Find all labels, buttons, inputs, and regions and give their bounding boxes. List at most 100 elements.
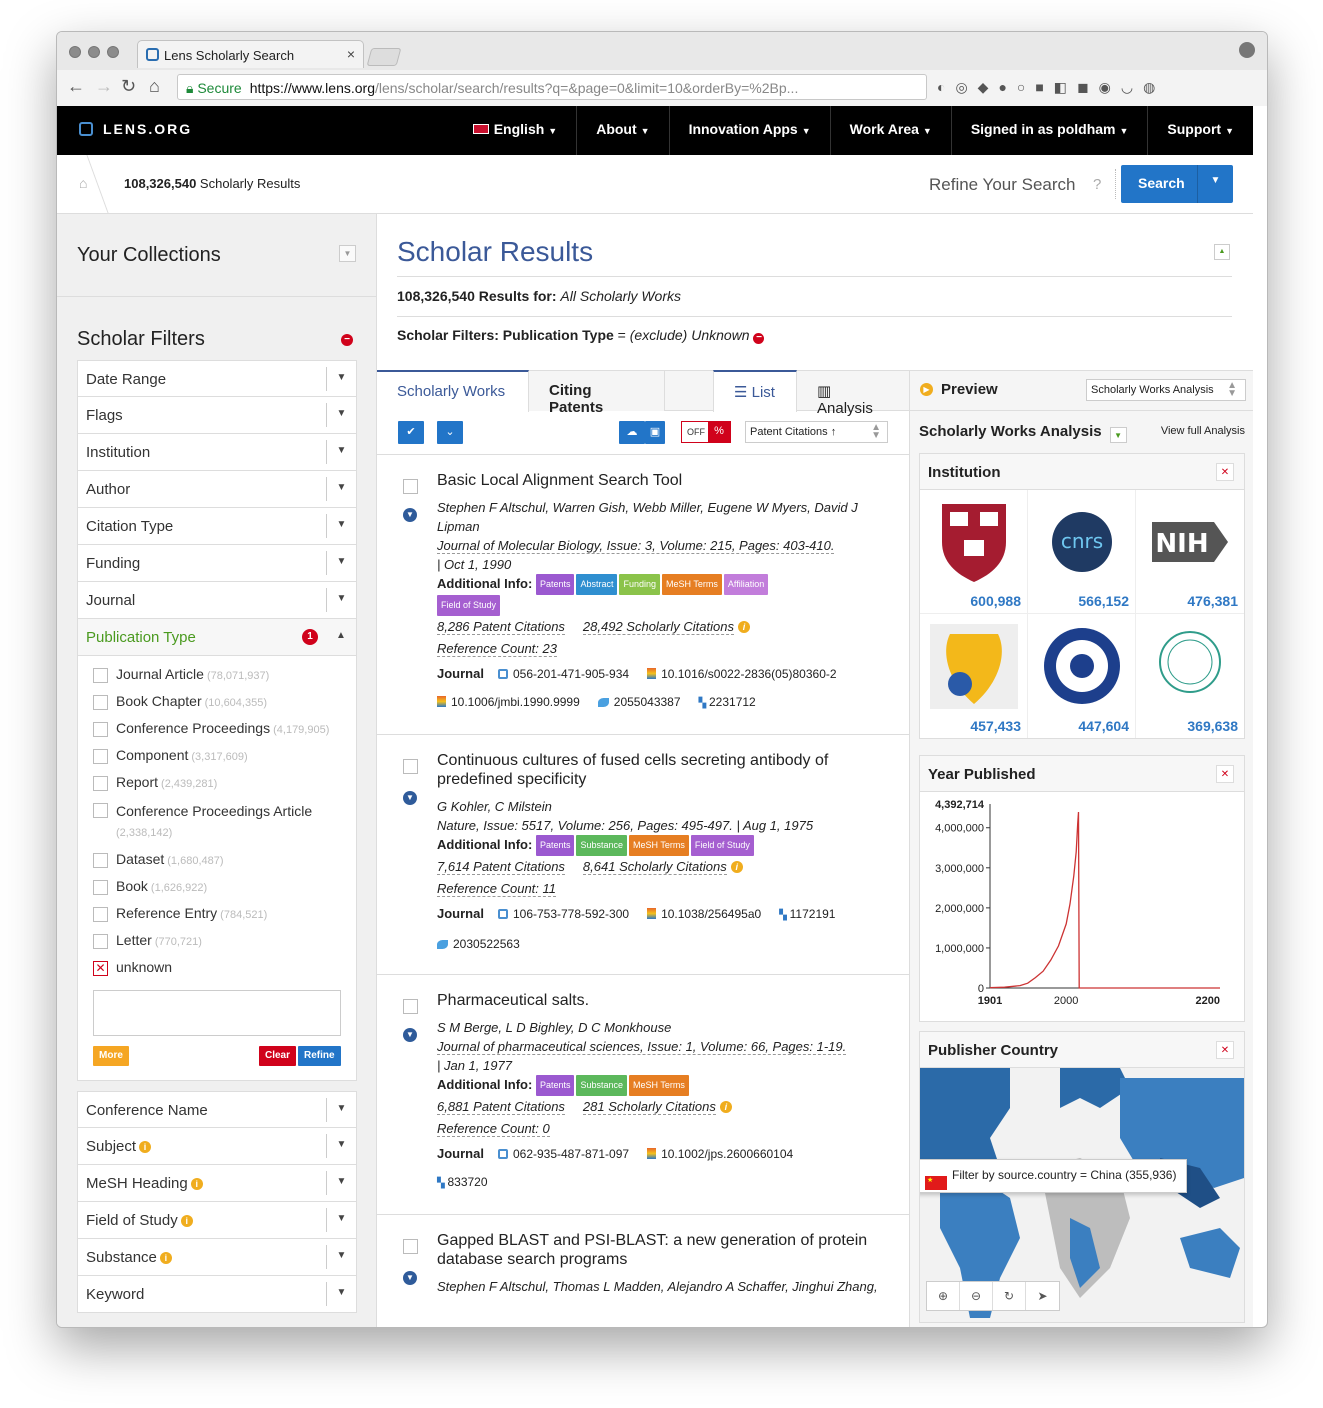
menu-account[interactable]: Signed in as poldham ▼	[950, 106, 1148, 155]
pill-substance[interactable]: Substance	[576, 835, 627, 856]
cloud-download-icon[interactable]: ☁	[619, 421, 645, 444]
filter-field-of-study[interactable]: Field of Study i ▼	[77, 1202, 357, 1239]
zoom-in-icon[interactable]: ⊕	[927, 1282, 960, 1310]
patent-citations-link[interactable]: 7,614 Patent Citations	[437, 859, 565, 875]
filter-substance[interactable]: Substance i ▼	[77, 1239, 357, 1276]
record-title[interactable]: Continuous cultures of fused cells secre…	[437, 751, 889, 789]
checkbox[interactable]	[93, 803, 108, 818]
option-conference-proceedings-article[interactable]: Conference Proceedings Article (2,338,142…	[93, 801, 341, 843]
record-checkbox[interactable]	[403, 999, 418, 1014]
doi[interactable]: 10.1038/256495a0	[647, 907, 761, 921]
reset-icon[interactable]: ↻	[993, 1282, 1026, 1310]
pill-substance[interactable]: Substance	[576, 1075, 627, 1096]
option-book-chapter[interactable]: Book Chapter (10,604,355)	[93, 693, 341, 712]
forward-icon[interactable]: →	[95, 76, 113, 97]
doi[interactable]: 10.1002/jps.2600660104	[647, 1147, 793, 1161]
pubmed-id[interactable]: ▚ 2231712	[699, 695, 756, 709]
checkbox[interactable]	[93, 853, 108, 868]
pill-mesh-terms[interactable]: MeSH Terms	[629, 1075, 689, 1096]
excluded-checkbox[interactable]: ✕	[93, 961, 108, 976]
extension-icons[interactable]: ◐◎◆●○■◧◼◉◡◍	[937, 79, 1165, 96]
reference-count[interactable]: Reference Count: 0	[437, 1121, 550, 1137]
tab-citing-patents[interactable]: Citing Patents	[529, 371, 665, 416]
checkbox[interactable]	[93, 934, 108, 949]
journal-link[interactable]: Journal of pharmaceutical sciences, Issu…	[437, 1039, 847, 1055]
pill-field-of-study[interactable]: Field of Study	[690, 835, 754, 856]
option-component[interactable]: Component (3,317,609)	[93, 747, 341, 766]
expand-record-icon[interactable]: ▼	[403, 1028, 417, 1042]
tab-scholarly-works[interactable]: Scholarly Works	[377, 370, 529, 412]
menu-about[interactable]: About ▼	[576, 106, 668, 155]
scholarly-citations-link[interactable]: 8,641 Scholarly Citations	[582, 859, 727, 875]
select-all-icon[interactable]: ✔	[398, 421, 424, 444]
menu-innovation-apps[interactable]: Innovation Apps ▼	[668, 106, 830, 155]
tab-list-view[interactable]: ☰ List	[713, 370, 797, 412]
scholarly-citations-link[interactable]: 281 Scholarly Citations	[582, 1099, 716, 1115]
record-title[interactable]: Gapped BLAST and PSI-BLAST: a new genera…	[437, 1231, 889, 1269]
option-dataset[interactable]: Dataset (1,680,487)	[93, 851, 341, 870]
highlight-toggle[interactable]: OFF%	[681, 421, 731, 443]
expand-record-icon[interactable]: ▼	[403, 1271, 417, 1285]
filter-flags[interactable]: Flags ▼	[77, 397, 357, 434]
tab-analysis-view[interactable]: ▥ Analysis	[797, 371, 910, 417]
home-icon[interactable]: ⌂	[79, 175, 87, 191]
profile-icon[interactable]	[1239, 42, 1255, 58]
collections-toggle-icon[interactable]: ▼	[339, 245, 356, 262]
info-icon[interactable]: i	[190, 1178, 203, 1190]
pill-mesh-terms[interactable]: MeSH Terms	[662, 574, 722, 595]
option-unknown[interactable]: ✕ unknown	[93, 959, 341, 978]
browser-tab[interactable]: Lens Scholarly Search ×	[137, 40, 364, 68]
refine-button[interactable]: Refine	[298, 1046, 341, 1066]
info-icon[interactable]: i	[719, 1101, 732, 1113]
mag-id[interactable]: 2030522563	[437, 937, 520, 951]
clear-filters-icon[interactable]: −	[341, 334, 353, 346]
reference-count[interactable]: Reference Count: 11	[437, 881, 556, 897]
record-title[interactable]: Pharmaceutical salts.	[437, 991, 889, 1010]
help-icon[interactable]: ?	[1093, 176, 1101, 193]
filter-date-range[interactable]: Date Range ▼	[77, 360, 357, 397]
journal-link[interactable]: Nature, Issue: 5517, Volume: 256, Pages:…	[437, 818, 733, 833]
lens-id[interactable]: 062-935-487-871-097	[497, 1147, 629, 1161]
option-journal-article[interactable]: Journal Article (78,071,937)	[93, 666, 341, 685]
menu-english[interactable]: English ▼	[454, 106, 576, 155]
pill-funding[interactable]: Funding	[619, 574, 661, 595]
reload-icon[interactable]: ↻	[121, 76, 136, 97]
filter-text-input[interactable]	[93, 990, 341, 1036]
option-report[interactable]: Report (2,439,281)	[93, 774, 341, 793]
search-button[interactable]: Search ▼	[1121, 165, 1233, 203]
pill-abstract[interactable]: Abstract	[576, 574, 618, 595]
option-conference-proceedings[interactable]: Conference Proceedings (4,179,905)	[93, 720, 341, 739]
back-icon[interactable]: ←	[67, 76, 85, 97]
record-checkbox[interactable]	[403, 1239, 418, 1254]
institution-nih[interactable]: NIH 476,381	[1136, 490, 1244, 614]
info-icon[interactable]: i	[139, 1141, 152, 1153]
checkbox[interactable]	[93, 907, 108, 922]
checkbox[interactable]	[93, 776, 108, 791]
sort-select[interactable]: Patent Citations ↑ ▲ ▼	[745, 421, 888, 443]
info-icon[interactable]: i	[159, 1252, 172, 1264]
checkbox[interactable]	[93, 880, 108, 895]
site-logo[interactable]: LENS.ORG	[79, 121, 192, 137]
patent-citations-link[interactable]: 6,881 Patent Citations	[437, 1099, 565, 1115]
pill-patents[interactable]: Patents	[535, 574, 575, 595]
filter-conference-name[interactable]: Conference Name ▼	[77, 1091, 357, 1128]
pointer-icon[interactable]: ➤	[1026, 1282, 1059, 1310]
option-reference-entry[interactable]: Reference Entry (784,521)	[93, 905, 341, 924]
world-map[interactable]: ★ Filter by source.country = China (355,9…	[920, 1068, 1244, 1322]
analysis-dropdown-icon[interactable]: ▼	[1109, 427, 1127, 443]
pubmed-id[interactable]: ▚ 1172191	[779, 907, 835, 921]
filter-mesh-heading[interactable]: MeSH Heading i ▼	[77, 1165, 357, 1202]
scholarly-citations-link[interactable]: 28,492 Scholarly Citations	[582, 619, 734, 635]
journal-link[interactable]: Journal of Molecular Biology, Issue: 3, …	[437, 538, 835, 554]
filter-journal[interactable]: Journal ▼	[77, 582, 357, 619]
pill-field-of-study[interactable]: Field of Study	[437, 595, 501, 616]
save-icon[interactable]: ▣	[645, 421, 665, 444]
expand-all-icon[interactable]: ⌄	[437, 421, 463, 444]
pill-mesh-terms[interactable]: MeSH Terms	[629, 835, 689, 856]
preview-select[interactable]: Scholarly Works Analysis ▲ ▼	[1086, 379, 1246, 401]
doi[interactable]: 10.1016/s0022-2836(05)80360-2	[647, 667, 837, 681]
option-letter[interactable]: Letter (770,721)	[93, 932, 341, 951]
view-full-analysis-link[interactable]: View full Analysis	[1161, 425, 1245, 437]
info-icon[interactable]: i	[730, 861, 743, 873]
filter-institution[interactable]: Institution ▼	[77, 434, 357, 471]
